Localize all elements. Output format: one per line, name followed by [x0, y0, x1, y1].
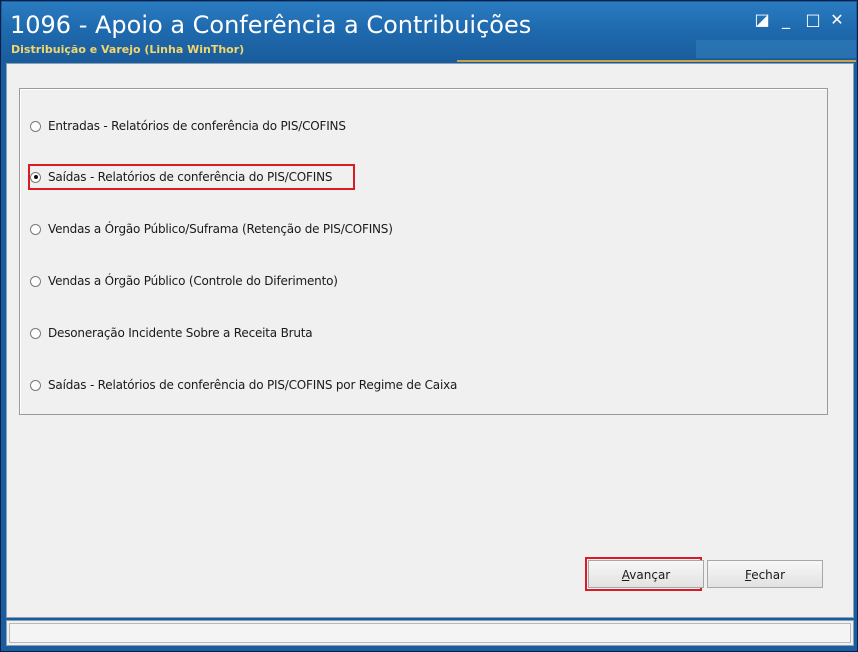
option-label: Desoneração Incidente Sobre a Receita Br… — [48, 326, 313, 340]
options-group: Entradas - Relatórios de conferência do … — [19, 88, 828, 415]
minimize-icon[interactable]: _ — [775, 10, 797, 30]
client-area: Entradas - Relatórios de conferência do … — [6, 63, 854, 618]
option-label: Vendas a Órgão Público (Controle do Dife… — [48, 274, 338, 288]
option-label: Vendas a Órgão Público/Suframa (Retenção… — [48, 222, 393, 236]
maximize-icon[interactable]: □ — [802, 10, 824, 30]
option-vendas-diferimento[interactable]: Vendas a Órgão Público (Controle do Dife… — [30, 272, 338, 290]
status-panel — [9, 623, 851, 643]
restore-icon[interactable]: ◪ — [751, 10, 773, 30]
radio-button[interactable] — [30, 379, 41, 391]
option-label: Saídas - Relatórios de conferência do PI… — [48, 378, 458, 392]
option-saidas-regime-caixa[interactable]: Saídas - Relatórios de conferência do PI… — [30, 376, 457, 394]
option-label: Entradas - Relatórios de conferência do … — [48, 119, 346, 133]
option-label: Saídas - Relatórios de conferência do PI… — [48, 170, 333, 184]
radio-button[interactable] — [30, 327, 41, 339]
titlebar-accent-line — [457, 60, 856, 62]
radio-button-selected[interactable] — [30, 171, 41, 183]
window-subtitle: Distribuição e Varejo (Linha WinThor) — [11, 43, 245, 56]
radio-button[interactable] — [30, 223, 41, 235]
option-entradas[interactable]: Entradas - Relatórios de conferência do … — [30, 117, 346, 135]
option-desoneracao[interactable]: Desoneração Incidente Sobre a Receita Br… — [30, 324, 313, 342]
title-bar[interactable]: 1096 - Apoio a Conferência a Contribuiçõ… — [2, 2, 856, 62]
next-button[interactable]: Avançar — [588, 560, 704, 588]
close-icon[interactable]: ✕ — [826, 10, 848, 30]
titlebar-glow — [696, 40, 856, 58]
radio-button[interactable] — [30, 275, 41, 287]
close-button[interactable]: Fechar — [707, 560, 823, 588]
option-vendas-suframa[interactable]: Vendas a Órgão Público/Suframa (Retenção… — [30, 220, 393, 238]
app-window: 1096 - Apoio a Conferência a Contribuiçõ… — [0, 0, 858, 652]
radio-button[interactable] — [30, 120, 41, 132]
window-title: 1096 - Apoio a Conferência a Contribuiçõ… — [10, 11, 532, 39]
status-bar — [6, 620, 854, 646]
option-saidas[interactable]: Saídas - Relatórios de conferência do PI… — [30, 168, 332, 186]
